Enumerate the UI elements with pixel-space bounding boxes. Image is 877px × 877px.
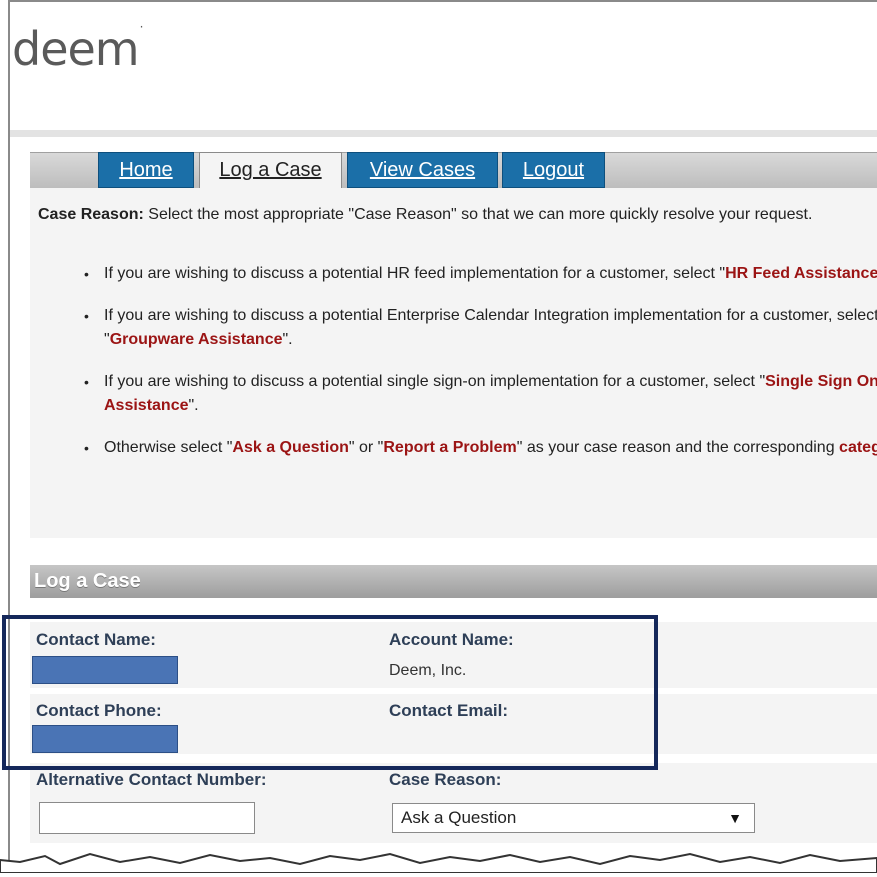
alt-contact-number-input[interactable] xyxy=(39,802,255,834)
case-reason-selected-value: Ask a Question xyxy=(401,808,517,827)
deem-logo: deem· xyxy=(12,19,143,76)
case-reason-guidelines: If you are wishing to discuss a potentia… xyxy=(38,262,877,478)
case-reason-label: Case Reason: xyxy=(389,770,502,789)
case-reason-select[interactable]: Ask a Question ▼ xyxy=(392,803,755,833)
case-reason-intro: Case Reason: Select the most appropriate… xyxy=(38,203,873,227)
case-reason-intro-label: Case Reason: xyxy=(38,206,144,223)
header-divider xyxy=(10,130,877,137)
torn-edge-decoration xyxy=(0,852,877,873)
list-item: If you are wishing to discuss a potentia… xyxy=(84,304,877,352)
tab-log-a-case[interactable]: Log a Case xyxy=(199,152,342,189)
highlight-annotation-box xyxy=(2,615,658,770)
list-item: If you are wishing to discuss a potentia… xyxy=(84,262,877,286)
tab-view-cases[interactable]: View Cases xyxy=(347,152,498,188)
tab-logout[interactable]: Logout xyxy=(502,152,605,188)
list-item: Otherwise select "Ask a Question" or "Re… xyxy=(84,436,877,460)
log-a-case-section-title: Log a Case xyxy=(30,565,877,598)
alt-contact-number-label: Alternative Contact Number: xyxy=(36,770,267,789)
list-item: If you are wishing to discuss a potentia… xyxy=(84,370,877,418)
tab-home[interactable]: Home xyxy=(98,152,194,188)
case-reason-intro-text: Select the most appropriate "Case Reason… xyxy=(143,206,813,223)
dropdown-arrow-icon: ▼ xyxy=(728,810,742,826)
